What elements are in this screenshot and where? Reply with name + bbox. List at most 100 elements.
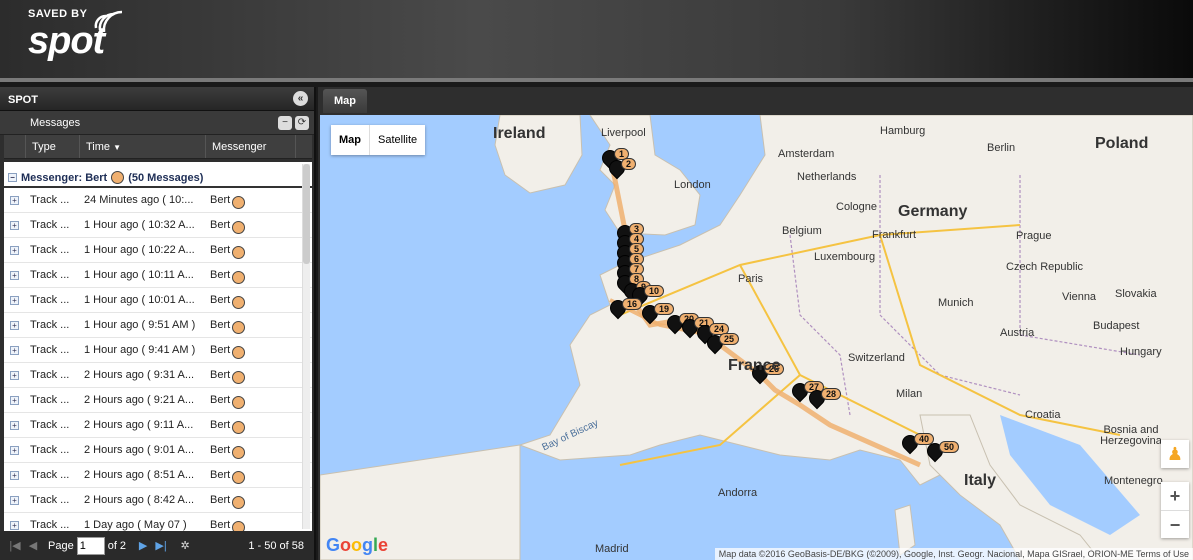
zoom-in-button[interactable]: + (1161, 482, 1189, 510)
google-logo-o2: o (351, 535, 363, 555)
table-row[interactable]: + Track ... 1 Hour ago ( 10:22 A... Bert (4, 238, 312, 263)
row-expander[interactable]: + (4, 244, 26, 256)
row-expander[interactable]: + (4, 344, 26, 356)
expand-row-icon[interactable]: + (10, 346, 19, 355)
map-attribution[interactable]: Map data ©2016 GeoBasis-DE/BKG (©2009), … (714, 548, 1193, 560)
map-type-map-button[interactable]: Map (331, 125, 369, 155)
track-marker[interactable]: 27 (788, 379, 825, 405)
marker-badge: 19 (654, 303, 675, 315)
label-munich: Munich (938, 297, 974, 309)
row-messenger-name: Bert (210, 244, 231, 256)
row-type: Track ... (30, 469, 70, 481)
row-messenger: Bert (204, 517, 294, 531)
label-paris: Paris (738, 273, 764, 285)
google-logo-g: G (326, 535, 341, 555)
messenger-dot-icon (232, 495, 246, 509)
track-marker[interactable]: 28 (805, 386, 842, 412)
expand-row-icon[interactable]: + (10, 296, 19, 305)
row-expander[interactable]: + (4, 294, 26, 306)
messenger-dot-icon (232, 395, 246, 409)
expand-row-icon[interactable]: + (10, 521, 19, 530)
table-row[interactable]: + Track ... 2 Hours ago ( 9:11 A... Bert (4, 413, 312, 438)
table-row[interactable]: + Track ... 2 Hours ago ( 8:51 A... Bert (4, 463, 312, 488)
messages-grid: − Messenger: Bert (50 Messages) + Track .… (4, 162, 312, 531)
table-row[interactable]: + Track ... 1 Hour ago ( 10:11 A... Bert (4, 263, 312, 288)
zoom-out-button[interactable]: − (1161, 510, 1189, 538)
expand-row-icon[interactable]: + (10, 471, 19, 480)
track-marker[interactable]: 19 (638, 301, 675, 327)
expand-row-icon[interactable]: + (10, 321, 19, 330)
col-type[interactable]: Type (26, 135, 80, 158)
first-page-icon[interactable]: |◀ (6, 539, 24, 552)
last-page-icon[interactable]: ▶| (152, 539, 170, 552)
table-row[interactable]: + Track ... 1 Hour ago ( 10:32 A... Bert (4, 213, 312, 238)
row-expander[interactable]: + (4, 369, 26, 381)
row-expander[interactable]: + (4, 394, 26, 406)
collapse-panel-icon[interactable]: « (293, 91, 308, 106)
page-number-input[interactable] (76, 536, 105, 555)
table-row[interactable]: + Track ... 2 Hours ago ( 9:31 A... Bert (4, 363, 312, 388)
track-marker[interactable]: 25 (703, 331, 740, 357)
table-row[interactable]: + Track ... 24 Minutes ago ( 10:... Bert (4, 188, 312, 213)
track-marker[interactable]: 21 (678, 315, 715, 341)
row-expander[interactable]: + (4, 469, 26, 481)
row-time: 2 Hours ago ( 9:21 A... (84, 394, 195, 406)
group-row[interactable]: − Messenger: Bert (50 Messages) (4, 162, 312, 188)
collapse-icon[interactable]: − (278, 116, 292, 130)
next-page-icon[interactable]: ▶ (134, 539, 152, 552)
row-type: Track ... (30, 319, 70, 331)
table-row[interactable]: + Track ... 1 Hour ago ( 9:41 AM ) Bert (4, 338, 312, 363)
expand-row-icon[interactable]: + (10, 496, 19, 505)
expand-row-icon[interactable]: + (10, 446, 19, 455)
prev-page-icon[interactable]: ◀ (24, 539, 42, 552)
refresh-icon[interactable]: ⟳ (295, 116, 309, 130)
google-logo-e: e (378, 535, 389, 555)
label-budapest: Budapest (1093, 320, 1140, 332)
label-switzerland: Switzerland (848, 352, 905, 364)
grid-scrollbar[interactable] (302, 164, 310, 529)
expand-row-icon[interactable]: + (10, 196, 19, 205)
scroll-thumb[interactable] (303, 164, 310, 264)
col-messenger[interactable]: Messenger (206, 135, 296, 158)
table-row[interactable]: + Track ... 2 Hours ago ( 9:21 A... Bert (4, 388, 312, 413)
expand-row-icon[interactable]: + (10, 371, 19, 380)
table-row[interactable]: + Track ... 2 Hours ago ( 8:42 A... Bert (4, 488, 312, 513)
row-expander[interactable]: + (4, 319, 26, 331)
messenger-dot-icon (232, 270, 246, 284)
table-row[interactable]: + Track ... 1 Day ago ( May 07 ) Bert (4, 513, 312, 531)
label-frankfurt: Frankfurt (872, 229, 917, 241)
track-marker[interactable]: 40 (898, 431, 935, 457)
collapse-group-icon[interactable]: − (8, 173, 17, 182)
row-expander[interactable]: + (4, 519, 26, 531)
track-marker[interactable]: 50 (923, 439, 960, 465)
messenger-dot-icon (232, 370, 246, 384)
expand-row-icon[interactable]: + (10, 221, 19, 230)
group-label: Messenger: Bert (21, 171, 108, 184)
expand-row-icon[interactable]: + (10, 421, 19, 430)
row-expander[interactable]: + (4, 194, 26, 206)
messenger-dot-icon (232, 195, 246, 209)
track-marker[interactable]: 2 (605, 156, 637, 182)
table-row[interactable]: + Track ... 2 Hours ago ( 9:01 A... Bert (4, 438, 312, 463)
expand-row-icon[interactable]: + (10, 271, 19, 280)
row-expander[interactable]: + (4, 219, 26, 231)
label-germany: Germany (898, 203, 968, 220)
row-expander[interactable]: + (4, 494, 26, 506)
map-type-satellite-button[interactable]: Satellite (369, 125, 425, 155)
marker-badge: 10 (644, 285, 665, 297)
row-expander[interactable]: + (4, 419, 26, 431)
table-row[interactable]: + Track ... 1 Hour ago ( 10:01 A... Bert (4, 288, 312, 313)
row-expander[interactable]: + (4, 444, 26, 456)
row-expander[interactable]: + (4, 269, 26, 281)
tab-map[interactable]: Map (323, 89, 367, 113)
street-view-pegman-icon[interactable]: ♟ (1161, 440, 1189, 468)
label-hungary: Hungary (1120, 346, 1162, 358)
reload-icon[interactable]: ✲ (176, 539, 194, 552)
map-canvas[interactable]: 123456789101619202124252627284050 Irelan… (320, 115, 1193, 560)
expand-row-icon[interactable]: + (10, 246, 19, 255)
row-messenger: Bert (204, 367, 294, 384)
expand-row-icon[interactable]: + (10, 396, 19, 405)
table-row[interactable]: + Track ... 1 Hour ago ( 9:51 AM ) Bert (4, 313, 312, 338)
track-marker[interactable]: 16 (606, 296, 643, 322)
col-time[interactable]: Time ▼ (80, 135, 206, 158)
